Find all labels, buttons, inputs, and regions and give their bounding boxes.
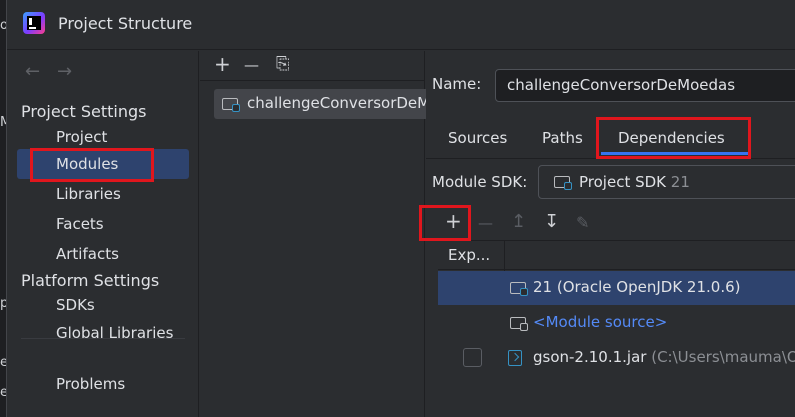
modules-toolbar: + — ⎘ xyxy=(200,51,425,81)
module-sdk-label: Module SDK: xyxy=(432,173,528,191)
jdk-folder-icon xyxy=(510,282,528,296)
sdk-name: Project SDK xyxy=(579,173,666,191)
jar-library-icon xyxy=(508,350,522,366)
edit-dependency-icon[interactable]: ✎ xyxy=(576,213,589,232)
name-label: Name: xyxy=(432,75,482,93)
highlight-modules xyxy=(30,148,154,182)
dependency-row-jdk[interactable]: 21 (Oracle OpenJDK 21.0.6) xyxy=(438,271,795,305)
highlight-add-dependency xyxy=(419,205,471,241)
back-arrow-icon[interactable]: ← xyxy=(25,61,40,82)
module-details-pane: Name: challengeConversorDeMoedas Sources… xyxy=(426,51,795,417)
jar-path: (C:\Users\mauma\O xyxy=(651,348,795,366)
dependency-row-module-source[interactable]: <Module source> xyxy=(438,306,795,340)
sdk-folder-icon xyxy=(554,176,572,190)
sdk-dropdown-value: Project SDK 21 xyxy=(579,173,690,191)
dependency-label: 21 (Oracle OpenJDK 21.0.6) xyxy=(533,278,741,296)
module-name-input[interactable]: challengeConversorDeMoedas xyxy=(495,69,795,102)
dependency-row-gson[interactable]: gson-2.10.1.jar (C:\Users\mauma\O xyxy=(438,341,795,375)
dependency-label: gson-2.10.1.jar (C:\Users\mauma\O xyxy=(533,348,795,366)
sdk-version: 21 xyxy=(670,173,690,191)
nav-item-project[interactable]: Project xyxy=(56,128,107,146)
remove-module-icon[interactable]: — xyxy=(244,56,259,74)
add-module-icon[interactable]: + xyxy=(214,52,231,76)
dependencies-table-header: Exp... xyxy=(438,240,795,271)
settings-nav: ← → Project Settings Project Modules Lib… xyxy=(7,51,199,417)
copy-module-icon[interactable]: ⎘ xyxy=(276,54,290,74)
dependency-label: <Module source> xyxy=(533,313,668,331)
source-folder-icon xyxy=(510,317,528,331)
nav-item-libraries[interactable]: Libraries xyxy=(56,185,121,203)
nav-item-problems[interactable]: Problems xyxy=(56,375,125,393)
highlight-dependencies-tab xyxy=(596,117,751,159)
modules-list-pane: + — ⎘ challengeConversorDeMoedas xyxy=(200,51,475,417)
nav-item-artifacts[interactable]: Artifacts xyxy=(56,245,119,263)
tab-paths[interactable]: Paths xyxy=(542,129,583,147)
window-title: Project Structure xyxy=(58,14,193,33)
section-project-settings: Project Settings xyxy=(21,102,147,121)
module-sdk-dropdown[interactable]: Project SDK 21 xyxy=(538,165,795,199)
nav-item-facets[interactable]: Facets xyxy=(56,215,104,233)
section-platform-settings: Platform Settings xyxy=(21,271,160,290)
nav-item-sdks[interactable]: SDKs xyxy=(56,296,95,314)
column-header-export[interactable]: Exp... xyxy=(448,246,490,264)
project-structure-dialog: Project Structure ← → Project Settings P… xyxy=(6,0,795,417)
module-list-item[interactable]: challengeConversorDeMoedas xyxy=(214,89,475,119)
move-up-icon[interactable]: ↥ xyxy=(511,211,526,232)
jar-name: gson-2.10.1.jar xyxy=(533,348,647,366)
move-down-icon[interactable]: ↧ xyxy=(544,211,559,232)
intellij-logo-icon xyxy=(23,12,45,34)
nav-item-global-libraries[interactable]: Global Libraries xyxy=(56,324,173,342)
tab-sources[interactable]: Sources xyxy=(448,129,507,147)
column-divider xyxy=(504,241,505,271)
remove-dependency-icon[interactable]: — xyxy=(478,214,493,232)
nav-divider xyxy=(21,338,185,339)
forward-arrow-icon[interactable]: → xyxy=(57,61,72,82)
module-folder-icon xyxy=(222,98,240,112)
title-bar[interactable]: Project Structure xyxy=(7,0,795,50)
export-checkbox[interactable] xyxy=(463,348,482,367)
